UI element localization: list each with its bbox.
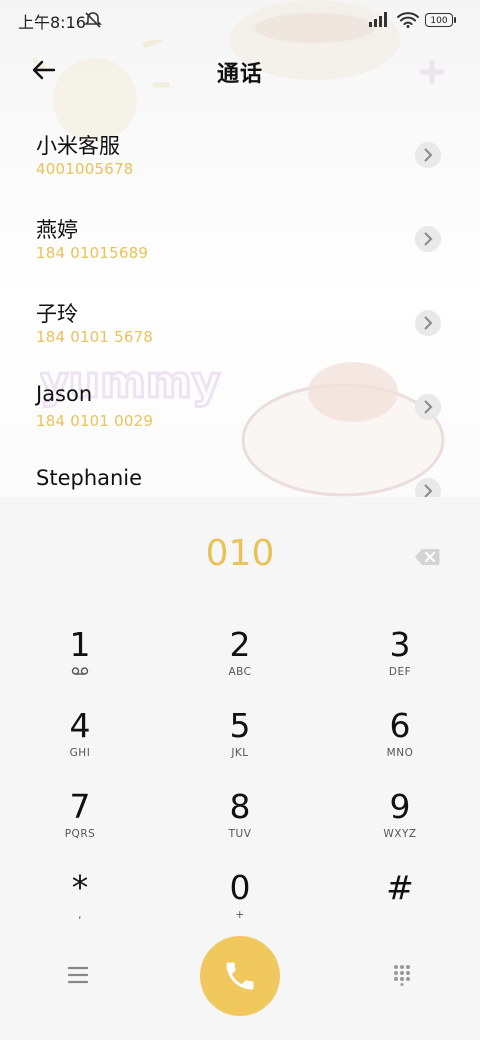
key-digit: 5 xyxy=(229,706,251,745)
contact-row[interactable]: Stephanie xyxy=(0,456,480,497)
key-digit: * xyxy=(71,868,89,907)
key-digit: 4 xyxy=(69,706,91,745)
dial-pad: 010 1 2 ABC 3 DEF 4 GHI 5 JKL 6 MNO 7 PQ… xyxy=(0,497,480,1040)
call-button[interactable] xyxy=(200,936,280,1016)
chevron-right-icon xyxy=(424,232,433,246)
contact-detail-button[interactable] xyxy=(415,478,441,497)
key-letters: , xyxy=(78,909,82,921)
chevron-right-icon xyxy=(424,400,433,414)
dialed-number-display: 010 xyxy=(205,533,275,574)
key-letters: JKL xyxy=(231,747,249,759)
menu-icon[interactable] xyxy=(68,966,88,984)
key-digit: 9 xyxy=(389,787,411,826)
app-header: 通话 xyxy=(0,44,480,96)
battery-icon: 100 xyxy=(425,13,456,27)
contact-number: 184 0101 0029 xyxy=(36,412,154,430)
key-letters: PQRS xyxy=(64,828,96,840)
key-1[interactable]: 1 xyxy=(20,627,140,707)
key-letters xyxy=(340,909,460,921)
key-8[interactable]: 8 TUV xyxy=(180,789,300,869)
contact-number: 184 01015689 xyxy=(36,244,149,262)
contact-name: Stephanie xyxy=(36,466,143,490)
key-letters: TUV xyxy=(228,828,252,840)
contact-detail-button[interactable] xyxy=(415,310,441,336)
key-digit: 0 xyxy=(229,868,251,907)
contact-number: 4001005678 xyxy=(36,160,134,178)
key-6[interactable]: 6 MNO xyxy=(340,708,460,788)
page-title: 通话 xyxy=(216,62,263,87)
key-letters: ABC xyxy=(228,666,252,678)
key-digit: 2 xyxy=(229,625,251,664)
key-digit: # xyxy=(386,868,414,907)
contact-list-area: yummy 上午8:16 100 通话 小米客服 4001005678 燕婷 1… xyxy=(0,0,480,497)
key-digit: 3 xyxy=(389,625,411,664)
contact-name: Jason xyxy=(36,382,93,406)
key-letters: + xyxy=(235,909,245,921)
contact-detail-button[interactable] xyxy=(415,394,441,420)
status-time: 上午8:16 xyxy=(18,13,86,32)
chevron-right-icon xyxy=(424,148,433,162)
contact-row[interactable]: Jason 184 0101 0029 xyxy=(0,372,480,456)
signal-icon xyxy=(369,12,387,27)
phone-icon xyxy=(226,962,254,990)
key-7[interactable]: 7 PQRS xyxy=(20,789,140,869)
key-star[interactable]: * , xyxy=(20,870,140,950)
key-9[interactable]: 9 WXYZ xyxy=(340,789,460,869)
contact-row[interactable]: 子玲 184 0101 5678 xyxy=(0,288,480,372)
contact-name: 燕婷 xyxy=(36,218,78,242)
contact-row[interactable]: 燕婷 184 01015689 xyxy=(0,204,480,288)
key-letters: WXYZ xyxy=(383,828,417,840)
voicemail-icon xyxy=(20,666,140,678)
key-2[interactable]: 2 ABC xyxy=(180,627,300,707)
keypad-toggle-icon[interactable] xyxy=(393,964,411,986)
key-digit: 7 xyxy=(69,787,91,826)
key-hash[interactable]: # xyxy=(340,870,460,950)
key-3[interactable]: 3 DEF xyxy=(340,627,460,707)
key-letters: DEF xyxy=(388,666,412,678)
chevron-right-icon xyxy=(424,484,433,497)
contact-name: 小米客服 xyxy=(36,134,120,158)
key-digit: 6 xyxy=(389,706,411,745)
mute-icon xyxy=(84,12,102,28)
contact-name: 子玲 xyxy=(36,302,78,326)
contact-detail-button[interactable] xyxy=(415,226,441,252)
status-bar: 上午8:16 100 xyxy=(0,0,480,40)
key-digit: 8 xyxy=(229,787,251,826)
backspace-icon[interactable] xyxy=(414,548,440,566)
key-letters: GHI xyxy=(69,747,91,759)
wifi-icon xyxy=(397,12,419,28)
key-4[interactable]: 4 GHI xyxy=(20,708,140,788)
key-5[interactable]: 5 JKL xyxy=(180,708,300,788)
contact-detail-button[interactable] xyxy=(415,142,441,168)
contact-number: 184 0101 5678 xyxy=(36,328,154,346)
contact-row[interactable]: 小米客服 4001005678 xyxy=(0,120,480,204)
key-letters: MNO xyxy=(386,747,414,759)
key-digit: 1 xyxy=(69,625,91,664)
chevron-right-icon xyxy=(424,316,433,330)
